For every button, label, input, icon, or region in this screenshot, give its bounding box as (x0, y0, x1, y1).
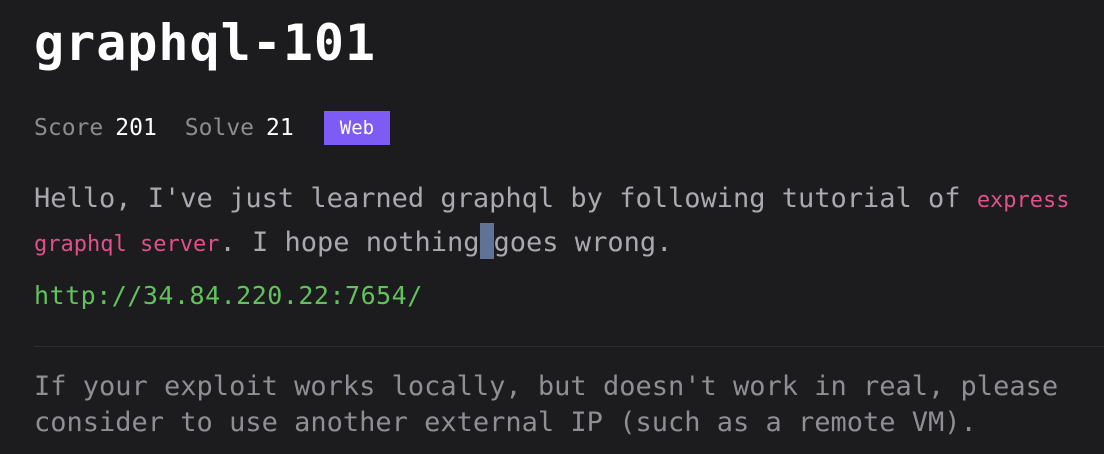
challenge-note: If your exploit works locally, but doesn… (34, 371, 1059, 438)
divider (34, 346, 1104, 347)
challenge-meta: Score 201 Solve 21 Web (34, 110, 391, 146)
category-badge: Web (323, 111, 391, 145)
description-text-2: . I hope nothing (219, 227, 480, 258)
challenge-card: graphql-101 Score 201 Solve 21 Web Hello… (0, 0, 1104, 454)
solve-value: 21 (266, 115, 294, 141)
description-text-1: Hello, I've just learned graphql by foll… (34, 183, 977, 214)
description-text-3: goes wrong. (493, 227, 673, 258)
score-value: 201 (115, 115, 157, 141)
challenge-url-link[interactable]: http://34.84.220.22:7654/ (34, 281, 423, 310)
solve-label: Solve (184, 115, 255, 141)
score-label: Score (34, 115, 104, 141)
text-cursor (479, 223, 494, 259)
challenge-description: Hello, I've just learned graphql by foll… (34, 178, 1084, 266)
challenge-title: graphql-101 (34, 14, 377, 72)
